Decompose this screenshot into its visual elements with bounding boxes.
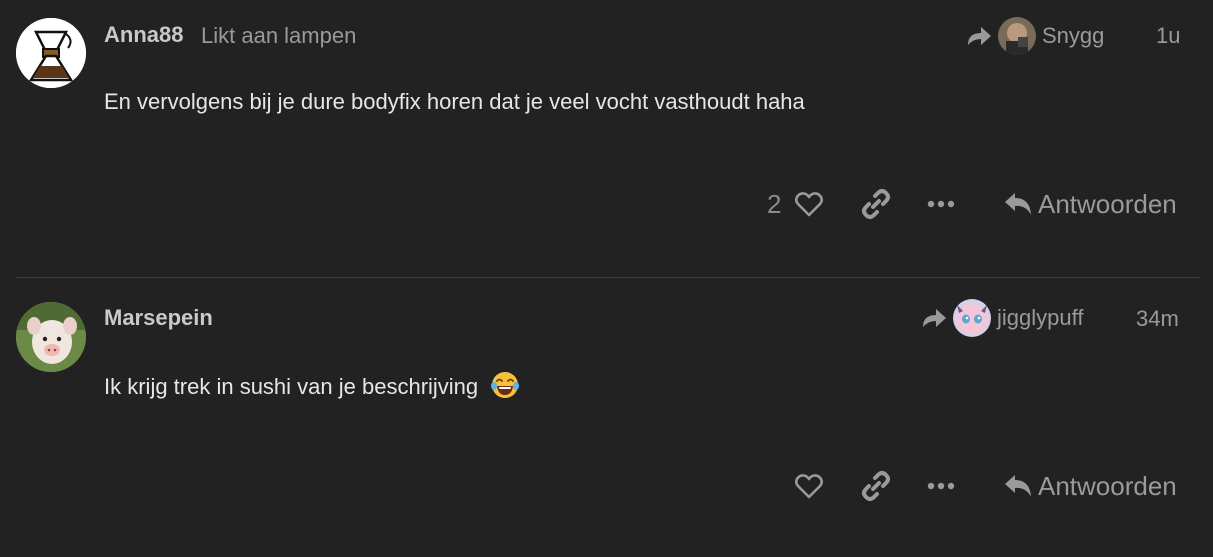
avatar[interactable] [16, 18, 86, 88]
heart-icon [794, 192, 824, 217]
coffee-maker-icon [16, 18, 86, 88]
reply-avatar [953, 299, 991, 337]
reply-button[interactable]: Antwoorden [1004, 184, 1177, 224]
heart-icon [794, 474, 824, 499]
reply-to-username: jigglypuff [997, 305, 1084, 330]
username[interactable]: Anna88 [104, 22, 183, 48]
username[interactable]: Marsepein [104, 305, 213, 331]
like-button[interactable] [794, 471, 824, 501]
more-options-button[interactable] [926, 189, 956, 219]
ellipsis-icon [927, 200, 955, 208]
like-button[interactable] [794, 189, 824, 219]
piglet-photo [16, 302, 86, 372]
post-body: Ik krijg trek in sushi van je beschrijvi… [104, 370, 520, 400]
post-date[interactable]: 34m [1136, 306, 1179, 332]
ellipsis-icon [927, 482, 955, 490]
reply-to-username: Snygg [1042, 23, 1105, 48]
post: Marsepein jigglypuff 34m Ik krijg trek i… [0, 278, 1213, 557]
joy-emoji-icon [491, 372, 520, 398]
post-body-text: Ik krijg trek in sushi van je beschrijvi… [104, 374, 479, 399]
share-link-button[interactable] [860, 188, 892, 220]
link-icon [862, 189, 890, 219]
share-arrow-icon [923, 309, 946, 327]
reply-icon [1005, 193, 1031, 215]
post-date[interactable]: 1u [1156, 23, 1180, 49]
reply-to-indicator[interactable]: Snygg [966, 16, 1104, 56]
post: Anna88 Likt aan lampen Snygg 1u En vervo… [0, 0, 1213, 277]
reply-avatar [998, 17, 1036, 55]
reply-button[interactable]: Antwoorden [1004, 466, 1177, 506]
like-count[interactable]: 2 [767, 189, 781, 220]
reply-to-indicator[interactable]: jigglypuff [921, 298, 1083, 338]
reply-label: Antwoorden [1038, 470, 1177, 501]
post-body: En vervolgens bij je dure bodyfix horen … [104, 89, 805, 114]
user-title: Likt aan lampen [201, 23, 357, 48]
share-link-button[interactable] [860, 470, 892, 502]
avatar[interactable] [16, 302, 86, 372]
reply-icon [1005, 475, 1031, 497]
share-arrow-icon [968, 27, 991, 45]
link-icon [862, 471, 890, 501]
reply-label: Antwoorden [1038, 188, 1177, 219]
more-options-button[interactable] [926, 471, 956, 501]
